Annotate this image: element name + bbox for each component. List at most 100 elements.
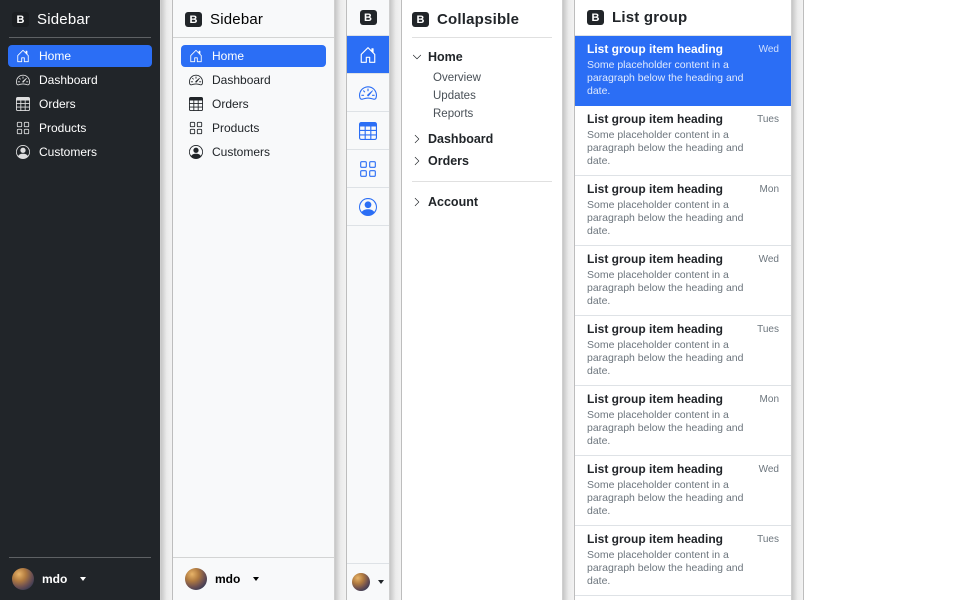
nav-item-dashboard[interactable] — [347, 74, 389, 112]
tree-group-account[interactable]: Account — [412, 191, 552, 213]
chevron-down-icon — [412, 52, 422, 62]
table-icon — [359, 122, 377, 140]
brand-dark[interactable]: B Sidebar — [0, 0, 160, 37]
list-item-day: Mon — [752, 394, 779, 405]
list-item-body: Some placeholder content in a paragraph … — [587, 269, 759, 308]
sidebar-list-group: B List group List group item heading Wed… — [575, 0, 791, 600]
tree-group-label: Home — [428, 50, 463, 64]
nav-item-home[interactable]: Home — [8, 45, 152, 67]
nav-item-orders[interactable]: Orders — [181, 93, 326, 115]
nav-item-products[interactable]: Products — [8, 117, 152, 139]
user-dropdown[interactable]: mdo — [0, 558, 160, 600]
list-item-day: Tues — [749, 534, 779, 545]
sidebar-dark: B Sidebar Home Dashboard Orders Products… — [0, 0, 160, 600]
house-icon — [359, 46, 377, 64]
bootstrap-logo-icon: B — [412, 12, 429, 27]
chevron-right-icon — [412, 197, 422, 207]
list-item[interactable]: List group item heading Wed Some placeho… — [575, 456, 791, 526]
speedometer-icon — [16, 73, 30, 87]
person-circle-icon — [189, 145, 203, 159]
table-icon — [16, 97, 30, 111]
list-item-heading: List group item heading — [587, 42, 723, 57]
nav-item-dashboard[interactable]: Dashboard — [181, 69, 326, 91]
list-item-day: Tues — [749, 324, 779, 335]
person-circle-icon — [359, 198, 377, 216]
user-dropdown[interactable]: mdo — [173, 558, 334, 600]
brand-collapsible[interactable]: B Collapsible — [402, 0, 562, 37]
bootstrap-logo-icon: B — [587, 10, 604, 25]
tree-group-label: Dashboard — [428, 132, 493, 146]
tree-sub-home: Overview Updates Reports — [412, 69, 552, 123]
list-item-heading: List group item heading — [587, 462, 723, 477]
user-dropdown[interactable] — [347, 563, 389, 600]
list-item-heading: List group item heading — [587, 112, 723, 127]
example-divider — [334, 0, 347, 600]
tree-subitem-reports[interactable]: Reports — [433, 105, 552, 123]
brand-title: Sidebar — [37, 11, 90, 28]
nav-item-products[interactable] — [347, 150, 389, 188]
user-name: mdo — [42, 572, 67, 586]
list-item-body: Some placeholder content in a paragraph … — [587, 549, 759, 588]
list-item[interactable]: List group item heading Tues Some placeh… — [575, 316, 791, 386]
nav-item-orders[interactable] — [347, 112, 389, 150]
list-item-day: Tues — [749, 114, 779, 125]
nav-item-home[interactable] — [347, 36, 389, 74]
brand-title: Collapsible — [437, 11, 519, 28]
house-icon — [16, 49, 30, 63]
brand-iconbar[interactable]: B — [347, 0, 389, 36]
list-item[interactable]: List group item heading Wed Some placeho… — [575, 246, 791, 316]
nav-label: Home — [39, 49, 71, 63]
table-icon — [189, 97, 203, 111]
example-divider — [562, 0, 575, 600]
list-item-heading: List group item heading — [587, 182, 723, 197]
tree-subitem-overview[interactable]: Overview — [433, 69, 552, 87]
nav-label: Customers — [39, 145, 97, 159]
caret-down-icon — [378, 580, 384, 584]
nav-label: Orders — [39, 97, 76, 111]
nav-label: Customers — [212, 145, 270, 159]
example-divider — [160, 0, 173, 600]
list-item[interactable]: List group item heading Mon Some placeho… — [575, 386, 791, 456]
list-item[interactable]: List group item heading Mon Some placeho… — [575, 596, 791, 600]
list-item-body: Some placeholder content in a paragraph … — [587, 59, 759, 98]
nav-light: Home Dashboard Orders Products Customers — [173, 38, 334, 172]
tree-group-home[interactable]: Home — [412, 46, 552, 68]
list-item[interactable]: List group item heading Tues Some placeh… — [575, 106, 791, 176]
tree-group-label: Account — [428, 195, 478, 209]
sidebar-light: B Sidebar Home Dashboard Orders Products… — [173, 0, 334, 600]
tree-subitem-updates[interactable]: Updates — [433, 87, 552, 105]
brand-title: List group — [612, 9, 687, 26]
nav-item-orders[interactable]: Orders — [8, 93, 152, 115]
chevron-right-icon — [412, 156, 422, 166]
list-item-body: Some placeholder content in a paragraph … — [587, 129, 759, 168]
nav-item-customers[interactable]: Customers — [181, 141, 326, 163]
list-item-body: Some placeholder content in a paragraph … — [587, 479, 759, 518]
nav-item-home[interactable]: Home — [181, 45, 326, 67]
nav-item-dashboard[interactable]: Dashboard — [8, 69, 152, 91]
nav-label: Orders — [212, 97, 249, 111]
list-item[interactable]: List group item heading Tues Some placeh… — [575, 526, 791, 596]
list-item[interactable]: List group item heading Mon Some placeho… — [575, 176, 791, 246]
brand-light[interactable]: B Sidebar — [173, 0, 334, 37]
sidebar-icons-only: B — [347, 0, 389, 600]
person-circle-icon — [16, 145, 30, 159]
house-icon — [189, 49, 203, 63]
nav-label: Dashboard — [212, 73, 271, 87]
empty-content-area — [804, 0, 960, 600]
list-item[interactable]: List group item heading Wed Some placeho… — [575, 36, 791, 106]
nav-item-customers[interactable] — [347, 188, 389, 226]
example-divider — [389, 0, 402, 600]
sidebar-collapsible: B Collapsible Home Overview Updates Repo… — [402, 0, 562, 600]
speedometer-icon — [189, 73, 203, 87]
bootstrap-logo-icon: B — [185, 12, 202, 27]
brand-list-group[interactable]: B List group — [575, 0, 791, 36]
collapsible-nav: Home Overview Updates Reports Dashboard … — [402, 38, 562, 221]
speedometer-icon — [359, 84, 377, 102]
grid-icon — [359, 160, 377, 178]
tree-group-label: Orders — [428, 154, 469, 168]
nav-item-customers[interactable]: Customers — [8, 141, 152, 163]
nav-item-products[interactable]: Products — [181, 117, 326, 139]
tree-group-dashboard[interactable]: Dashboard — [412, 128, 552, 150]
nav-label: Products — [39, 121, 86, 135]
tree-group-orders[interactable]: Orders — [412, 150, 552, 172]
